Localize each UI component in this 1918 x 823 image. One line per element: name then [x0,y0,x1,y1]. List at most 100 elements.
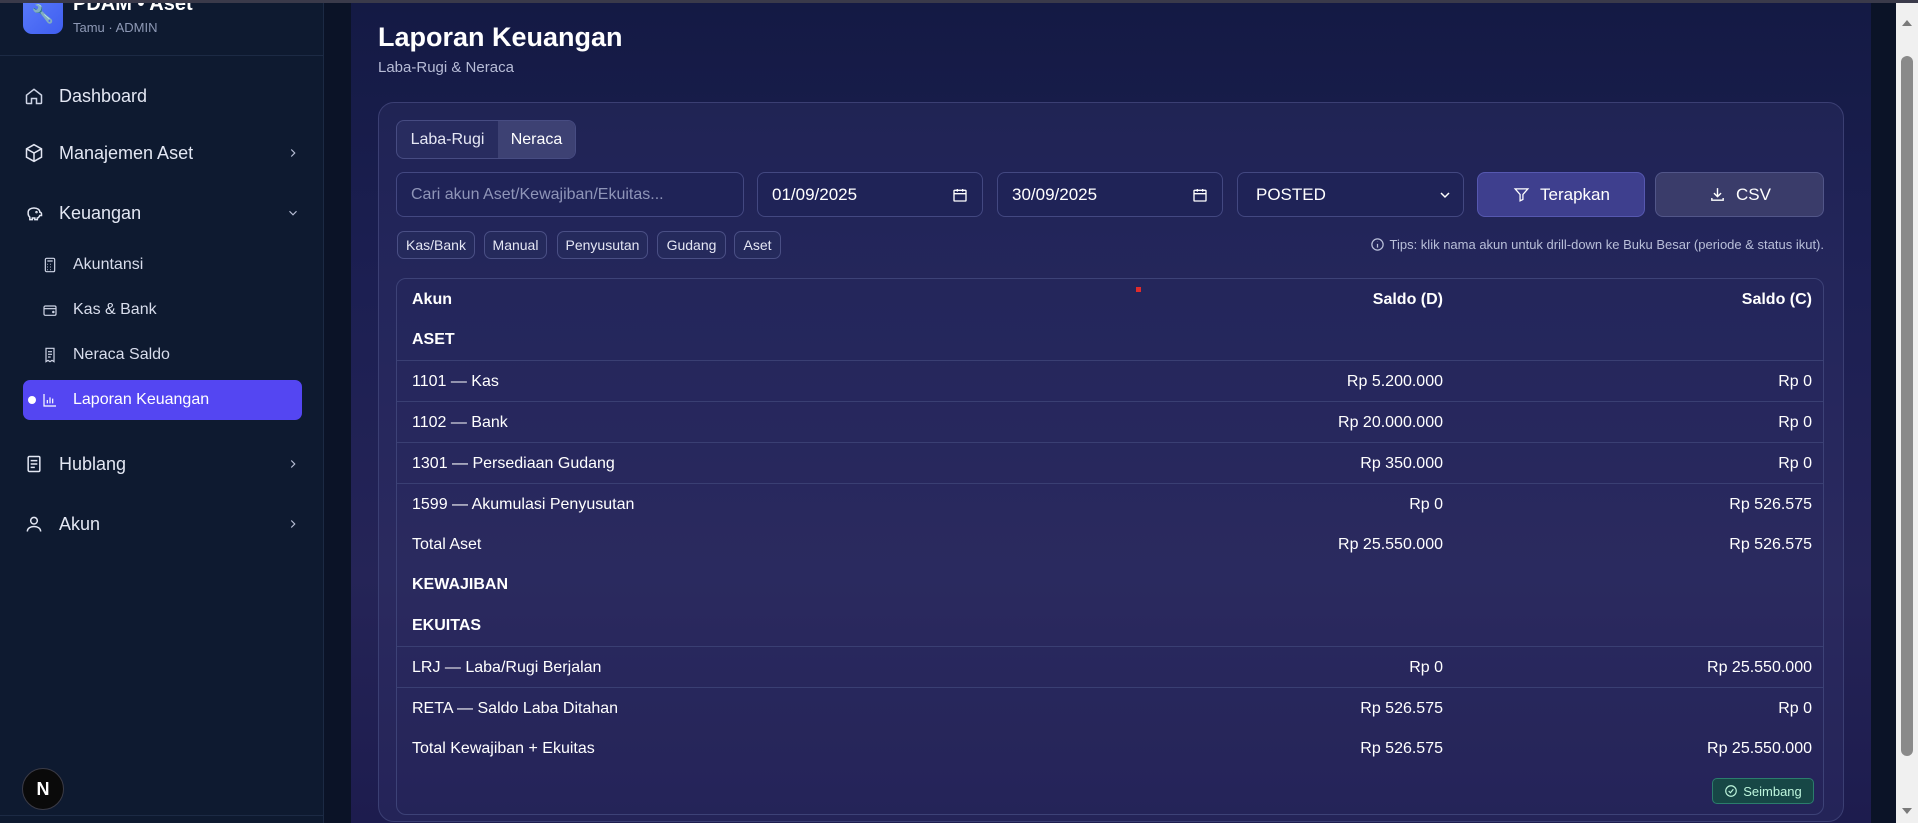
chevron-down-icon [283,203,303,223]
sidebar-item-label: Manajemen Aset [59,142,194,163]
sidebar-subitem-label: Neraca Saldo [73,346,170,363]
section-label: ASET [412,331,455,348]
sidebar-item-label: Akun [59,513,101,534]
credit-cell: Rp 25.550.000 [1707,659,1812,676]
sidebar-item-akun[interactable]: Akun [23,504,303,544]
drilldown-tip: Tips: klik nama akun untuk drill-down ke… [1370,237,1825,252]
debit-cell: Rp 526.575 [1360,700,1443,717]
calendar-icon[interactable] [952,187,968,203]
home-icon [23,85,45,107]
calendar-icon[interactable] [1192,187,1208,203]
table-header: Akun Saldo (D) Saldo (C) [397,279,1823,320]
sidebar-item-label: Dashboard [59,85,148,106]
active-indicator-dot [28,396,36,404]
calculator-icon [41,256,59,274]
scroll-down-arrow-icon[interactable] [1902,808,1912,814]
sidebar-subitem-kas-bank[interactable]: Kas & Bank [23,290,302,330]
info-icon [1370,237,1385,252]
tab-neraca[interactable]: Neraca [498,121,575,158]
filter-icon [1512,186,1530,204]
sidebar-subitem-label: Akuntansi [73,256,144,273]
account-link[interactable]: 1101 — Kas [412,373,499,391]
sidebar-item-label: Hublang [59,453,127,474]
status-select[interactable]: POSTED [1237,172,1464,217]
status-value: POSTED [1256,184,1326,204]
date-from-field[interactable]: 01/09/2025 [757,172,983,217]
section-label: KEWAJIBAN [412,576,509,593]
sidebar-item-hublang[interactable]: Hublang [23,444,303,484]
debit-cell: Rp 20.000.000 [1338,414,1443,431]
sidebar-subitem-neraca-saldo[interactable]: Neraca Saldo [23,335,302,375]
header-debit: Saldo (D) [1372,291,1443,308]
chevron-down-icon [1437,187,1453,203]
chevron-right-icon [283,454,303,474]
section-label: EKUITAS [412,617,482,634]
table-section-row: KEWAJIBAN [397,564,1823,605]
status-badge: Seimbang [1712,778,1814,804]
wallet-icon [41,301,59,319]
window-top-line [0,0,1918,3]
sidebar-subitem-akuntansi[interactable]: Akuntansi [23,245,302,285]
table-total-row: Total Aset Rp 25.550.000 Rp 526.575 [397,524,1823,565]
credit-cell: Rp 0 [1778,455,1812,472]
table-section-row: ASET [397,319,1823,360]
chip-aset[interactable]: Aset [734,231,781,259]
table-row: RETA — Saldo Laba Ditahan Rp 526.575 Rp … [397,687,1823,728]
total-label: Total Kewajiban + Ekuitas [412,740,595,757]
avatar[interactable]: N [22,768,64,810]
tab-laba-rugi[interactable]: Laba-Rugi [397,121,498,158]
brand-divider [0,55,324,56]
header-credit: Saldo (C) [1741,291,1812,308]
table-section-row: EKUITAS [397,605,1823,646]
sidebar-item-manajemen-aset[interactable]: Manajemen Aset [23,133,303,173]
table-total-row: Total Kewajiban + Ekuitas Rp 526.575 Rp … [397,728,1823,769]
total-label: Total Aset [412,536,482,553]
balance-sheet-table: Akun Saldo (D) Saldo (C) ASET 1101 — Kas… [396,278,1824,815]
account-link[interactable]: 1102 — Bank [412,414,508,432]
debit-cell: Rp 0 [1409,659,1443,676]
debit-cell: Rp 5.200.000 [1346,373,1443,390]
credit-cell: Rp 25.550.000 [1707,740,1812,757]
account-link[interactable]: RETA — Saldo Laba Ditahan [412,700,618,718]
sidebar-subitem-label: Kas & Bank [73,301,157,318]
table-row: LRJ — Laba/Rugi Berjalan Rp 0 Rp 25.550.… [397,646,1823,687]
status-badge-label: Seimbang [1743,783,1802,799]
debit-cell: Rp 526.575 [1360,740,1443,757]
page-subtitle: Laba-Rugi & Neraca [378,59,514,76]
date-to-value: 30/09/2025 [1012,184,1098,204]
scrollbar-thumb[interactable] [1901,56,1913,756]
csv-export-button[interactable]: CSV [1655,172,1824,217]
chip-kas-bank[interactable]: Kas/Bank [397,231,475,259]
account-link[interactable]: LRJ — Laba/Rugi Berjalan [412,659,601,677]
chip-penyusutan[interactable]: Penyusutan [557,231,648,259]
sidebar-item-dashboard[interactable]: Dashboard [23,76,303,116]
chevron-right-icon [283,514,303,534]
brand[interactable]: 🔧 PDAM • Aset Tamu · ADMIN [23,0,313,54]
scroll-up-arrow-icon[interactable] [1902,20,1912,26]
credit-cell: Rp 526.575 [1729,496,1812,513]
chip-gudang[interactable]: Gudang [657,231,726,259]
credit-cell: Rp 526.575 [1729,536,1812,553]
debit-cell: Rp 350.000 [1360,455,1443,472]
search-input[interactable]: Cari akun Aset/Kewajiban/Ekuitas... [396,172,744,217]
sidebar-item-keuangan[interactable]: Keuangan [23,193,303,233]
tip-text: Tips: klik nama akun untuk drill-down ke… [1389,237,1825,252]
wrench-logo-icon: 🔧 [23,0,63,34]
download-icon [1708,186,1726,204]
date-from-value: 01/09/2025 [772,184,858,204]
apply-button[interactable]: Terapkan [1477,172,1645,217]
sidebar-subitem-laporan-keuangan[interactable]: Laporan Keuangan [23,380,302,420]
account-link[interactable]: 1301 — Persediaan Gudang [412,455,615,473]
date-to-field[interactable]: 30/09/2025 [997,172,1223,217]
credit-cell: Rp 0 [1778,414,1812,431]
user-icon [23,513,45,535]
credit-cell: Rp 0 [1778,373,1812,390]
header-account: Akun [412,291,452,308]
page-title: Laporan Keuangan [378,22,623,52]
table-row: 1102 — Bank Rp 20.000.000 Rp 0 [397,401,1823,442]
account-link[interactable]: 1599 — Akumulasi Penyusutan [412,496,634,514]
sidebar-bottom-divider [0,815,324,816]
document-icon [23,453,45,475]
chip-manual[interactable]: Manual [484,231,547,259]
receipt-icon [41,346,59,364]
